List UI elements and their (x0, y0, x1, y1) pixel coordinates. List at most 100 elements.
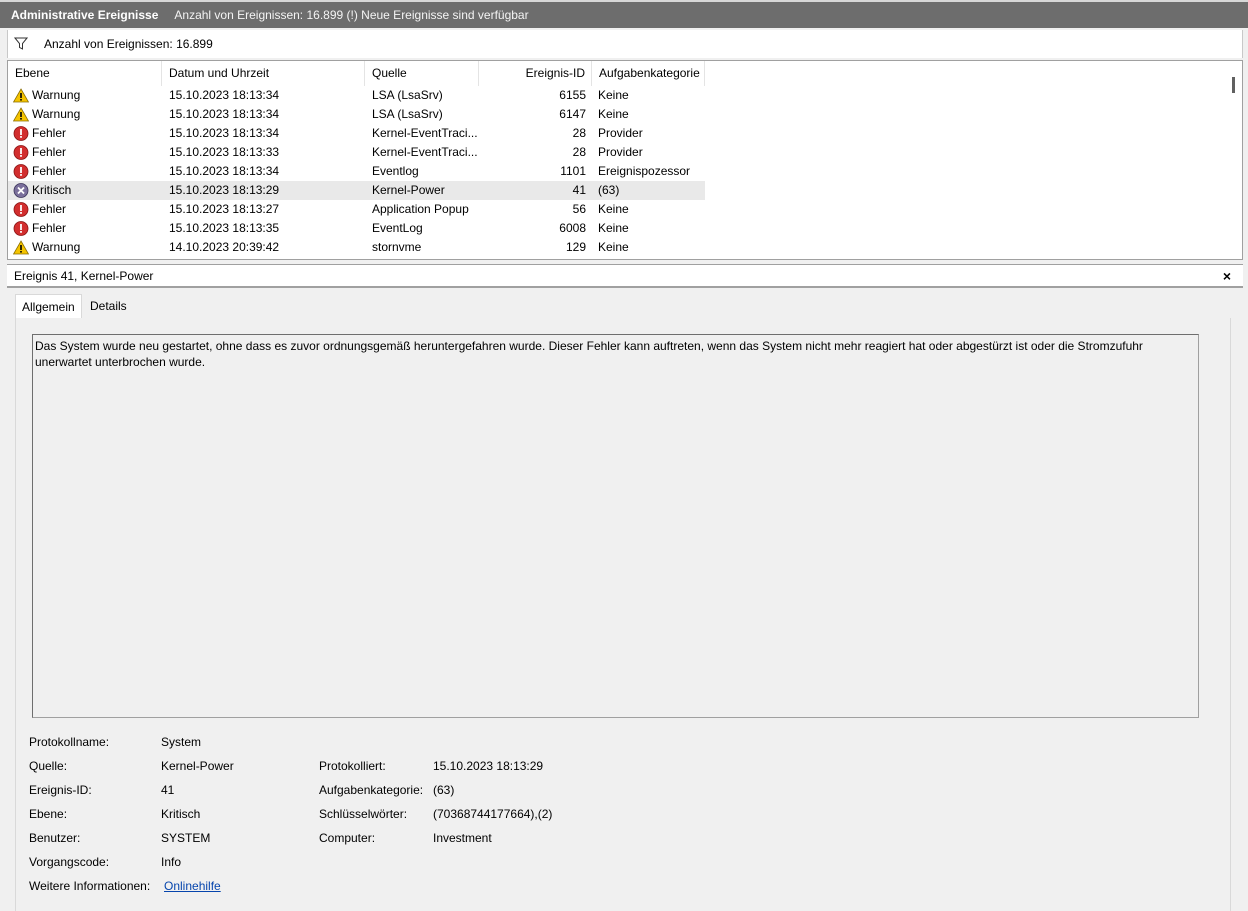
warning-icon (12, 107, 30, 122)
cell-datum: 15.10.2023 18:13:34 (169, 126, 280, 140)
column-header-row: Ebene Datum und Uhrzeit Quelle Ereignis-… (8, 61, 1228, 86)
filter-icon[interactable] (14, 37, 28, 51)
event-list[interactable]: Ebene Datum und Uhrzeit Quelle Ereignis-… (7, 60, 1243, 260)
event-description[interactable]: Das System wurde neu gestartet, ohne das… (32, 334, 1199, 718)
table-row[interactable]: Warnung 14.10.2023 20:39:42 stornvme 129 Kei… (8, 238, 705, 257)
error-icon (13, 164, 29, 179)
vorgangscode-label: Vorgangscode: (29, 855, 110, 869)
table-row[interactable]: Warnung 15.10.2023 18:13:34 LSA (LsaSrv) 61… (8, 86, 705, 105)
cell-quelle: Kernel-EventTraci... (372, 126, 478, 140)
table-row[interactable]: Fehler 15.10.2023 18:13:34 Kernel-EventTra… (8, 124, 705, 143)
cell-ebene: Fehler (32, 126, 67, 140)
protokollname-value: System (161, 735, 202, 749)
cell-datum: 15.10.2023 18:13:33 (169, 145, 280, 159)
cell-ebene: Fehler (32, 145, 67, 159)
benutzer-value: SYSTEM (161, 831, 211, 845)
cell-aufgabenkategorie: Keine (598, 88, 629, 102)
schluesselwoerter-value: (70368744177664),(2) (433, 807, 553, 821)
cell-aufgabenkategorie: Keine (598, 202, 629, 216)
table-row[interactable]: Fehler 15.10.2023 18:13:34 Eventlog 1101 Ere… (8, 162, 705, 181)
cell-ebene: Fehler (32, 164, 67, 178)
cell-ereignis-id: 56 (572, 202, 586, 216)
protokolliert-label: Protokolliert: (319, 759, 386, 773)
cell-quelle: Application Popup (372, 202, 469, 216)
column-header-datum[interactable]: Datum und Uhrzeit (162, 61, 365, 86)
cell-ebene: Fehler (32, 221, 67, 235)
tab-allgemein[interactable]: Allgemein (15, 294, 82, 319)
critical-icon (13, 183, 29, 198)
onlinehilfe-link[interactable]: Onlinehilfe (164, 878, 221, 894)
computer-value: Investment (433, 831, 492, 845)
aufgabenkategorie-label: Aufgabenkategorie: (319, 783, 424, 797)
cell-aufgabenkategorie: Ereignispozessor (598, 164, 691, 178)
cell-ereignis-id: 41 (572, 183, 586, 197)
quelle-value: Kernel-Power (161, 759, 234, 773)
cell-datum: 15.10.2023 18:13:27 (169, 202, 280, 216)
table-row[interactable]: Kritisch 15.10.2023 18:13:29 Kernel-Power 4… (8, 181, 705, 200)
cell-ereignis-id: 129 (565, 240, 586, 254)
event-detail-title: Ereignis 41, Kernel-Power (14, 268, 154, 283)
column-header-quelle[interactable]: Quelle (365, 61, 479, 86)
cell-datum: 15.10.2023 18:13:34 (169, 107, 280, 121)
cell-ereignis-id: 6155 (559, 88, 586, 102)
cell-quelle: Kernel-Power (372, 183, 445, 197)
aufgabenkategorie-value: (63) (433, 783, 455, 797)
ereignis-id-label: Ereignis-ID: (29, 783, 92, 797)
cell-ereignis-id: 6147 (559, 107, 586, 121)
scrollbar-thumb[interactable] (1232, 77, 1235, 93)
filter-count-text: Anzahl von Ereignissen: 16.899 (44, 37, 213, 51)
cell-ebene: Fehler (32, 202, 67, 216)
warning-icon (12, 240, 30, 255)
table-row[interactable]: Fehler 15.10.2023 18:13:27 Application Pop… (8, 200, 705, 219)
cell-aufgabenkategorie: Keine (598, 107, 629, 121)
cell-ebene: Warnung (32, 240, 81, 254)
cell-aufgabenkategorie: Provider (598, 126, 643, 140)
protokollname-label: Protokollname: (29, 735, 110, 749)
ereignis-id-value: 41 (161, 783, 175, 797)
cell-quelle: LSA (LsaSrv) (372, 88, 443, 102)
cell-aufgabenkategorie: Keine (598, 240, 629, 254)
cell-datum: 15.10.2023 18:13:34 (169, 88, 280, 102)
column-header-ereignis-id[interactable]: Ereignis-ID (479, 61, 592, 86)
benutzer-label: Benutzer: (29, 831, 81, 845)
cell-quelle: LSA (LsaSrv) (372, 107, 443, 121)
cell-ereignis-id: 28 (572, 126, 586, 140)
cell-datum: 15.10.2023 18:13:35 (169, 221, 280, 235)
cell-quelle: Eventlog (372, 164, 419, 178)
close-icon[interactable]: × (1223, 268, 1231, 284)
table-row[interactable]: Fehler 15.10.2023 18:13:35 EventLog 6008 Kei… (8, 219, 705, 238)
cell-aufgabenkategorie: (63) (598, 183, 620, 197)
error-icon (13, 221, 29, 236)
cell-quelle: Kernel-EventTraci... (372, 145, 478, 159)
error-icon (13, 126, 29, 141)
cell-quelle: EventLog (372, 221, 423, 235)
cell-ebene: Warnung (32, 88, 81, 102)
cell-aufgabenkategorie: Keine (598, 221, 629, 235)
weitere-informationen-label: Weitere Informationen: (29, 879, 151, 893)
event-detail-header: Ereignis 41, Kernel-Power × (7, 264, 1243, 288)
title-bar: Administrative Ereignisse Anzahl von Ere… (0, 0, 1248, 28)
protokolliert-value: 15.10.2023 18:13:29 (433, 759, 544, 773)
event-count-info: Anzahl von Ereignissen: 16.899 (!) Neue … (174, 8, 529, 22)
cell-ebene: Kritisch (32, 183, 72, 197)
view-title: Administrative Ereignisse (11, 8, 159, 22)
table-row[interactable]: Warnung 15.10.2023 18:13:34 LSA (LsaSrv) 61… (8, 105, 705, 124)
cell-datum: 15.10.2023 18:13:29 (169, 183, 280, 197)
column-header-ebene[interactable]: Ebene (8, 61, 162, 86)
ebene-value: Kritisch (161, 807, 201, 821)
cell-aufgabenkategorie: Provider (598, 145, 643, 159)
filter-bar: Anzahl von Ereignissen: 16.899 (7, 30, 1243, 58)
column-header-aufgabenkategorie[interactable]: Aufgabenkategorie (592, 61, 705, 86)
cell-ereignis-id: 1101 (560, 164, 586, 178)
cell-datum: 14.10.2023 20:39:42 (169, 240, 280, 254)
ebene-label: Ebene: (29, 807, 68, 821)
tab-details[interactable]: Details (84, 294, 133, 318)
cell-datum: 15.10.2023 18:13:34 (169, 164, 280, 178)
vertical-scrollbar[interactable] (1225, 61, 1242, 259)
tab-allgemein-pane: Das System wurde neu gestartet, ohne das… (15, 318, 1231, 911)
cell-ebene: Warnung (32, 107, 81, 121)
table-row[interactable]: Fehler 15.10.2023 18:13:33 Kernel-EventTra… (8, 143, 705, 162)
vorgangscode-value: Info (161, 855, 182, 869)
cell-ereignis-id: 28 (572, 145, 586, 159)
warning-icon (12, 88, 30, 103)
